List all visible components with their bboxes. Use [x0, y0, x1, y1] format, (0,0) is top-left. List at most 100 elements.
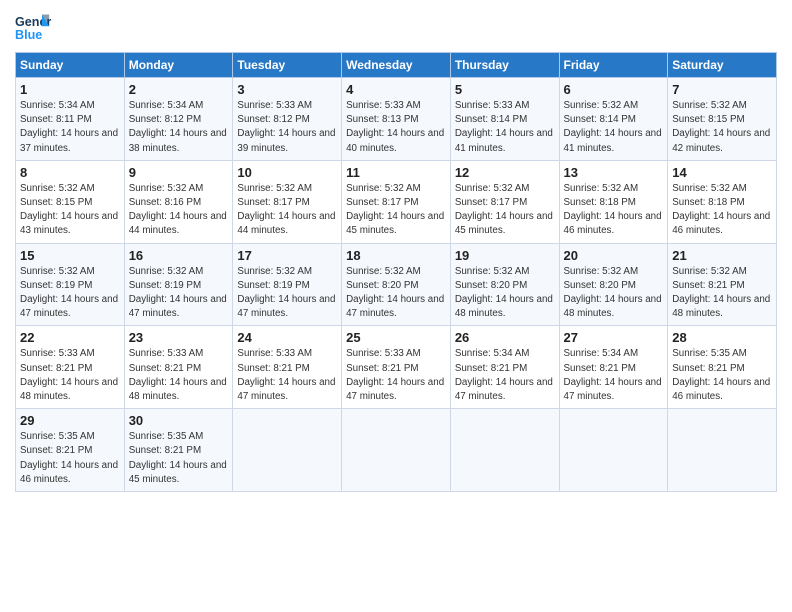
table-cell: 21 Sunrise: 5:32 AMSunset: 8:21 PMDaylig…	[668, 243, 777, 326]
table-cell: 24 Sunrise: 5:33 AMSunset: 8:21 PMDaylig…	[233, 326, 342, 409]
day-info: Sunrise: 5:34 AMSunset: 8:11 PMDaylight:…	[20, 100, 118, 154]
day-info: Sunrise: 5:32 AMSunset: 8:14 PMDaylight:…	[564, 100, 662, 154]
day-number: 21	[672, 248, 772, 263]
day-info: Sunrise: 5:32 AMSunset: 8:19 PMDaylight:…	[129, 266, 227, 320]
table-cell: 27 Sunrise: 5:34 AMSunset: 8:21 PMDaylig…	[559, 326, 668, 409]
day-info: Sunrise: 5:32 AMSunset: 8:18 PMDaylight:…	[672, 183, 770, 237]
col-wednesday: Wednesday	[342, 53, 451, 78]
logo-icon: General Blue	[15, 10, 51, 46]
day-number: 20	[564, 248, 664, 263]
logo: General Blue	[15, 10, 51, 46]
table-cell: 1 Sunrise: 5:34 AMSunset: 8:11 PMDayligh…	[16, 78, 125, 161]
day-number: 24	[237, 330, 337, 345]
table-cell: 8 Sunrise: 5:32 AMSunset: 8:15 PMDayligh…	[16, 160, 125, 243]
day-info: Sunrise: 5:33 AMSunset: 8:13 PMDaylight:…	[346, 100, 444, 154]
day-info: Sunrise: 5:33 AMSunset: 8:12 PMDaylight:…	[237, 100, 335, 154]
day-number: 29	[20, 413, 120, 428]
table-cell: 11 Sunrise: 5:32 AMSunset: 8:17 PMDaylig…	[342, 160, 451, 243]
col-tuesday: Tuesday	[233, 53, 342, 78]
day-number: 11	[346, 165, 446, 180]
day-number: 7	[672, 82, 772, 97]
day-number: 12	[455, 165, 555, 180]
table-cell: 2 Sunrise: 5:34 AMSunset: 8:12 PMDayligh…	[124, 78, 233, 161]
day-info: Sunrise: 5:32 AMSunset: 8:20 PMDaylight:…	[455, 266, 553, 320]
day-number: 6	[564, 82, 664, 97]
table-cell: 10 Sunrise: 5:32 AMSunset: 8:17 PMDaylig…	[233, 160, 342, 243]
day-info: Sunrise: 5:33 AMSunset: 8:21 PMDaylight:…	[129, 348, 227, 402]
day-number: 13	[564, 165, 664, 180]
day-number: 17	[237, 248, 337, 263]
table-cell: 5 Sunrise: 5:33 AMSunset: 8:14 PMDayligh…	[450, 78, 559, 161]
calendar-row: 29 Sunrise: 5:35 AMSunset: 8:21 PMDaylig…	[16, 409, 777, 492]
table-cell: 23 Sunrise: 5:33 AMSunset: 8:21 PMDaylig…	[124, 326, 233, 409]
day-number: 15	[20, 248, 120, 263]
calendar-table: Sunday Monday Tuesday Wednesday Thursday…	[15, 52, 777, 492]
table-cell: 20 Sunrise: 5:32 AMSunset: 8:20 PMDaylig…	[559, 243, 668, 326]
table-cell: 3 Sunrise: 5:33 AMSunset: 8:12 PMDayligh…	[233, 78, 342, 161]
day-number: 26	[455, 330, 555, 345]
day-number: 23	[129, 330, 229, 345]
day-number: 2	[129, 82, 229, 97]
day-number: 25	[346, 330, 446, 345]
header-row: Sunday Monday Tuesday Wednesday Thursday…	[16, 53, 777, 78]
day-number: 30	[129, 413, 229, 428]
header: General Blue	[15, 10, 777, 46]
table-cell: 18 Sunrise: 5:32 AMSunset: 8:20 PMDaylig…	[342, 243, 451, 326]
day-info: Sunrise: 5:32 AMSunset: 8:15 PMDaylight:…	[20, 183, 118, 237]
day-number: 14	[672, 165, 772, 180]
day-info: Sunrise: 5:32 AMSunset: 8:15 PMDaylight:…	[672, 100, 770, 154]
page: General Blue Sunday Monday Tuesday Wedne…	[0, 0, 792, 612]
calendar-row: 8 Sunrise: 5:32 AMSunset: 8:15 PMDayligh…	[16, 160, 777, 243]
day-info: Sunrise: 5:32 AMSunset: 8:17 PMDaylight:…	[346, 183, 444, 237]
table-cell: 15 Sunrise: 5:32 AMSunset: 8:19 PMDaylig…	[16, 243, 125, 326]
day-info: Sunrise: 5:32 AMSunset: 8:20 PMDaylight:…	[346, 266, 444, 320]
table-cell: 4 Sunrise: 5:33 AMSunset: 8:13 PMDayligh…	[342, 78, 451, 161]
day-info: Sunrise: 5:34 AMSunset: 8:21 PMDaylight:…	[455, 348, 553, 402]
day-number: 18	[346, 248, 446, 263]
day-number: 19	[455, 248, 555, 263]
day-info: Sunrise: 5:35 AMSunset: 8:21 PMDaylight:…	[672, 348, 770, 402]
day-info: Sunrise: 5:35 AMSunset: 8:21 PMDaylight:…	[20, 431, 118, 485]
table-cell: 16 Sunrise: 5:32 AMSunset: 8:19 PMDaylig…	[124, 243, 233, 326]
table-cell	[233, 409, 342, 492]
day-number: 3	[237, 82, 337, 97]
table-cell: 14 Sunrise: 5:32 AMSunset: 8:18 PMDaylig…	[668, 160, 777, 243]
table-cell: 30 Sunrise: 5:35 AMSunset: 8:21 PMDaylig…	[124, 409, 233, 492]
table-cell: 6 Sunrise: 5:32 AMSunset: 8:14 PMDayligh…	[559, 78, 668, 161]
day-info: Sunrise: 5:32 AMSunset: 8:16 PMDaylight:…	[129, 183, 227, 237]
table-cell	[450, 409, 559, 492]
table-cell: 26 Sunrise: 5:34 AMSunset: 8:21 PMDaylig…	[450, 326, 559, 409]
table-cell: 17 Sunrise: 5:32 AMSunset: 8:19 PMDaylig…	[233, 243, 342, 326]
day-number: 27	[564, 330, 664, 345]
day-info: Sunrise: 5:33 AMSunset: 8:21 PMDaylight:…	[346, 348, 444, 402]
table-cell	[668, 409, 777, 492]
table-cell: 19 Sunrise: 5:32 AMSunset: 8:20 PMDaylig…	[450, 243, 559, 326]
day-info: Sunrise: 5:32 AMSunset: 8:17 PMDaylight:…	[455, 183, 553, 237]
day-info: Sunrise: 5:32 AMSunset: 8:17 PMDaylight:…	[237, 183, 335, 237]
calendar-row: 22 Sunrise: 5:33 AMSunset: 8:21 PMDaylig…	[16, 326, 777, 409]
table-cell: 13 Sunrise: 5:32 AMSunset: 8:18 PMDaylig…	[559, 160, 668, 243]
table-cell: 25 Sunrise: 5:33 AMSunset: 8:21 PMDaylig…	[342, 326, 451, 409]
col-saturday: Saturday	[668, 53, 777, 78]
table-cell	[342, 409, 451, 492]
day-number: 5	[455, 82, 555, 97]
table-cell: 7 Sunrise: 5:32 AMSunset: 8:15 PMDayligh…	[668, 78, 777, 161]
table-cell: 9 Sunrise: 5:32 AMSunset: 8:16 PMDayligh…	[124, 160, 233, 243]
day-number: 22	[20, 330, 120, 345]
day-info: Sunrise: 5:32 AMSunset: 8:20 PMDaylight:…	[564, 266, 662, 320]
day-number: 16	[129, 248, 229, 263]
day-info: Sunrise: 5:33 AMSunset: 8:21 PMDaylight:…	[237, 348, 335, 402]
col-friday: Friday	[559, 53, 668, 78]
day-number: 9	[129, 165, 229, 180]
day-info: Sunrise: 5:33 AMSunset: 8:14 PMDaylight:…	[455, 100, 553, 154]
day-info: Sunrise: 5:32 AMSunset: 8:21 PMDaylight:…	[672, 266, 770, 320]
day-info: Sunrise: 5:32 AMSunset: 8:19 PMDaylight:…	[20, 266, 118, 320]
day-info: Sunrise: 5:34 AMSunset: 8:21 PMDaylight:…	[564, 348, 662, 402]
day-number: 4	[346, 82, 446, 97]
table-cell: 28 Sunrise: 5:35 AMSunset: 8:21 PMDaylig…	[668, 326, 777, 409]
day-number: 1	[20, 82, 120, 97]
day-info: Sunrise: 5:33 AMSunset: 8:21 PMDaylight:…	[20, 348, 118, 402]
col-sunday: Sunday	[16, 53, 125, 78]
day-number: 28	[672, 330, 772, 345]
day-number: 8	[20, 165, 120, 180]
